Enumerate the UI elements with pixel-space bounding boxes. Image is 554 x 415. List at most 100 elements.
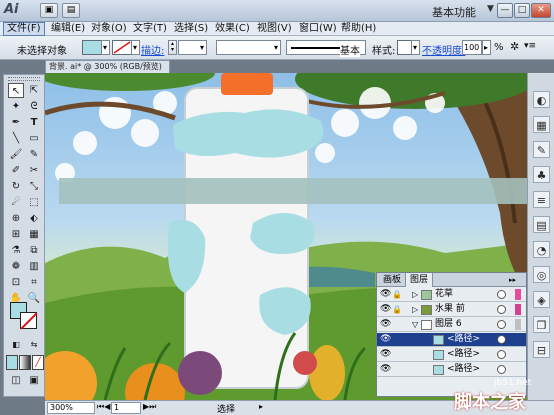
default-colors-icon[interactable]: ◧	[8, 337, 24, 352]
menu-object[interactable]: 对象(O)	[91, 22, 127, 36]
visibility-eye-icon[interactable]: 👁	[380, 365, 391, 374]
type-tool-icon[interactable]: T	[26, 115, 42, 130]
menu-help[interactable]: 帮助(H)	[341, 22, 376, 36]
paintbrush-tool-icon[interactable]: 🖌	[8, 147, 24, 162]
minimize-button[interactable]: —	[497, 3, 513, 18]
draw-normal-icon[interactable]: ◫	[8, 373, 24, 388]
tab-artboards[interactable]: 画板	[379, 273, 405, 287]
magic-wand-tool-icon[interactable]: ✦	[8, 99, 24, 114]
toolbox-grip[interactable]	[8, 77, 40, 81]
shape-builder-tool-icon[interactable]: ⊕	[8, 211, 24, 226]
workspace-switcher[interactable]: 基本功能	[432, 4, 476, 20]
color-panel-icon[interactable]: ◐	[533, 91, 550, 108]
target-circle-icon[interactable]	[497, 335, 506, 344]
direct-selection-tool-icon[interactable]: ⇱	[26, 83, 42, 98]
perspective-grid-tool-icon[interactable]: ⬖	[26, 211, 42, 226]
opacity-label[interactable]: 不透明度:	[422, 42, 465, 57]
document-tab[interactable]: 背景. ai* @ 300% (RGB/预览)	[45, 60, 170, 73]
lock-icon[interactable]: 🔒	[392, 305, 402, 314]
pen-tool-icon[interactable]: ✒	[8, 115, 24, 130]
opacity-field[interactable]: 100	[462, 40, 482, 55]
expand-triangle-icon[interactable]: ▷	[412, 303, 418, 316]
gradient-mode-icon[interactable]	[19, 355, 31, 370]
stroke-color-swatch[interactable]	[112, 40, 132, 55]
pencil-tool-icon[interactable]: ✎	[26, 147, 42, 162]
stroke-panel-icon[interactable]: ≡	[533, 191, 550, 208]
stroke-label[interactable]: 描边:	[141, 42, 164, 57]
chevron-down-icon[interactable]: ▼	[487, 4, 494, 14]
layer-row-flowers[interactable]: 👁 🔒 ▷ 花草	[377, 288, 526, 302]
arrange-documents-icon[interactable]: ▤	[62, 3, 80, 18]
artboard-number-field[interactable]: 1	[111, 402, 141, 414]
none-mode-icon[interactable]: ╱	[32, 355, 44, 370]
gradient-tool-icon[interactable]: ▦	[26, 227, 42, 242]
menu-view[interactable]: 视图(V)	[257, 22, 292, 36]
menu-select[interactable]: 选择(S)	[174, 22, 208, 36]
layers-panel-icon[interactable]: ❐	[533, 316, 550, 333]
swap-colors-icon[interactable]: ⇆	[26, 337, 42, 352]
rectangle-tool-icon[interactable]: ▭	[26, 131, 42, 146]
visibility-eye-icon[interactable]: 👁	[380, 320, 391, 329]
scale-tool-icon[interactable]: ⤡	[26, 179, 42, 194]
sublayer-path-selected[interactable]: 👁 <路径>	[377, 333, 526, 347]
target-circle-icon[interactable]	[497, 290, 506, 299]
stroke-weight-field[interactable]: ▾	[178, 40, 207, 55]
visibility-eye-icon[interactable]: 👁	[380, 290, 391, 299]
rotate-tool-icon[interactable]: ↻	[8, 179, 24, 194]
zoom-field[interactable]: 300%	[47, 402, 95, 414]
visibility-eye-icon[interactable]: 👁	[380, 350, 391, 359]
zoom-tool-icon[interactable]: 🔍	[26, 291, 42, 306]
symbols-panel-icon[interactable]: ♣	[533, 166, 550, 183]
visibility-eye-icon[interactable]: 👁	[380, 305, 391, 314]
layer-row-layer6[interactable]: 👁 ▽ 图层 6	[377, 318, 526, 332]
recolor-icon[interactable]: ✲	[510, 40, 519, 53]
fill-color-swatch[interactable]	[82, 40, 102, 55]
sublayer-path[interactable]: 👁 <路径>	[377, 363, 526, 377]
panel-collapse-icon[interactable]: ▸▸	[505, 273, 520, 287]
visibility-eye-icon[interactable]: 👁	[380, 335, 391, 344]
mesh-tool-icon[interactable]: ⊞	[8, 227, 24, 242]
warp-tool-icon[interactable]: ☄	[8, 195, 24, 210]
panel-menu-icon[interactable]: ▾≡	[524, 41, 536, 51]
expand-triangle-icon[interactable]: ▷	[412, 288, 418, 301]
stroke-color-box[interactable]	[20, 312, 37, 329]
column-graph-tool-icon[interactable]: ▥	[26, 259, 42, 274]
style-dropdown[interactable]: ▾	[411, 40, 420, 55]
swatches-panel-icon[interactable]: ▦	[533, 116, 550, 133]
line-tool-icon[interactable]: ╲	[8, 131, 24, 146]
next-page-icon[interactable]: ▶⏭	[143, 402, 156, 412]
transparency-panel-icon[interactable]: ◔	[533, 241, 550, 258]
sublayer-path[interactable]: 👁 <路径>	[377, 348, 526, 362]
eyedropper-tool-icon[interactable]: ⚗	[8, 243, 24, 258]
stroke-dropdown[interactable]: ▾	[131, 40, 140, 55]
selection-tool-icon[interactable]: ↖	[8, 83, 24, 98]
menu-edit[interactable]: 编辑(E)	[51, 22, 85, 36]
variable-width-profile[interactable]: ▾	[216, 40, 281, 55]
symbol-sprayer-tool-icon[interactable]: ❁	[8, 259, 24, 274]
status-menu-arrow-icon[interactable]: ▸	[259, 402, 263, 411]
free-transform-tool-icon[interactable]: ⬚	[26, 195, 42, 210]
target-circle-icon[interactable]	[497, 365, 506, 374]
tab-layers[interactable]: 图层	[405, 273, 434, 287]
slice-tool-icon[interactable]: ⌗	[26, 275, 42, 290]
screen-mode-icon[interactable]: ▣	[26, 373, 42, 388]
graphic-style-swatch[interactable]	[397, 40, 412, 55]
stroke-weight-stepper[interactable]: ▴ ▾	[168, 40, 177, 55]
collapse-triangle-icon[interactable]: ▽	[412, 318, 418, 331]
lock-icon[interactable]: 🔒	[392, 290, 402, 299]
gradient-panel-icon[interactable]: ▤	[533, 216, 550, 233]
menu-window[interactable]: 窗口(W)	[299, 22, 337, 36]
menu-effect[interactable]: 效果(C)	[215, 22, 250, 36]
artboard-tool-icon[interactable]: ⊡	[8, 275, 24, 290]
fill-dropdown[interactable]: ▾	[101, 40, 110, 55]
bridge-icon[interactable]: ▣	[40, 3, 58, 18]
appearance-panel-icon[interactable]: ◎	[533, 266, 550, 283]
restore-button[interactable]: □	[514, 3, 530, 18]
target-circle-icon[interactable]	[497, 350, 506, 359]
blob-brush-tool-icon[interactable]: ✐	[8, 163, 24, 178]
first-page-icon[interactable]: ⏮◀	[97, 402, 110, 412]
close-button[interactable]: ✕	[531, 3, 551, 18]
blend-tool-icon[interactable]: ⧉	[26, 243, 42, 258]
color-mode-icon[interactable]	[6, 355, 18, 370]
target-circle-icon[interactable]	[497, 320, 506, 329]
